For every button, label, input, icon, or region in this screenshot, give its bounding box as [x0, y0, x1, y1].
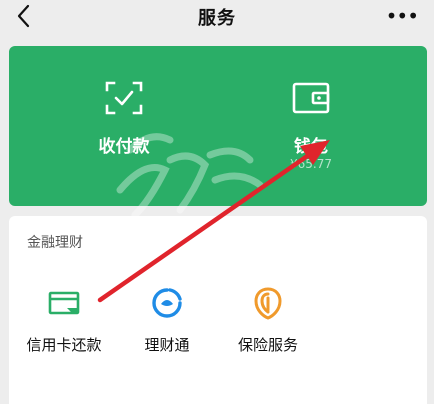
wallet-icon — [292, 82, 330, 114]
receive-pay-label: 收付款 — [98, 137, 150, 157]
licaitong-label: 理财通 — [144, 336, 190, 354]
finance-panel: 金融理财 信用卡还款 理财通 保险服务 — [9, 216, 427, 404]
wallet-balance: ¥65.77 — [290, 157, 332, 171]
payment-card: 收付款 钱包 ¥65.77 — [9, 46, 427, 206]
section-title: 金融理财 — [27, 235, 83, 251]
scan-qr-icon — [105, 81, 143, 115]
more-menu-button[interactable]: ••• — [386, 4, 419, 28]
credit-card-repay-button[interactable]: 信用卡还款 — [9, 286, 119, 366]
insurance-button[interactable]: 保险服务 — [213, 286, 323, 366]
page-title: 服务 — [198, 8, 236, 29]
licaitong-icon — [152, 288, 182, 318]
receive-pay-button[interactable]: 收付款 — [49, 46, 199, 206]
insurance-label: 保险服务 — [237, 336, 298, 354]
wallet-button[interactable]: 钱包 ¥65.77 — [236, 46, 386, 206]
wallet-label: 钱包 — [294, 137, 328, 157]
top-bar: 服务 ••• — [0, 0, 434, 36]
insurance-icon — [254, 287, 282, 320]
credit-card-repay-label: 信用卡还款 — [26, 336, 102, 354]
licaitong-button[interactable]: 理财通 — [112, 286, 222, 366]
credit-card-icon — [48, 291, 80, 315]
